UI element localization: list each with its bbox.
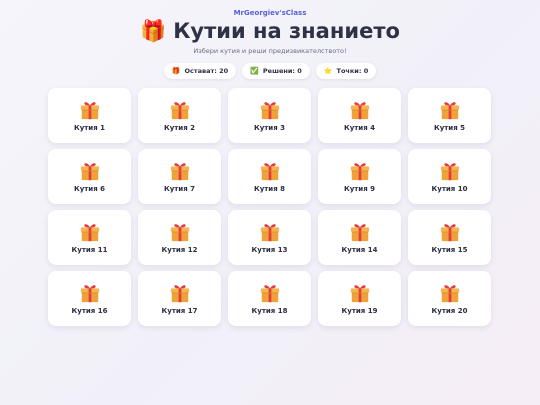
gift-icon [79,221,101,243]
gift-box-19[interactable]: Кутия 19 [318,271,401,326]
gift-box-6[interactable]: Кутия 6 [48,149,131,204]
gift-box-13[interactable]: Кутия 13 [228,210,311,265]
gift-box-15[interactable]: Кутия 15 [408,210,491,265]
gift-box-14[interactable]: Кутия 14 [318,210,401,265]
gift-box-label: Кутия 12 [161,246,198,254]
brand-label: MrGeorgiev'sClass [233,9,307,17]
stat-points-label: Точки: 0 [336,67,369,75]
gift-box-label: Кутия 15 [431,246,468,254]
gift-box-12[interactable]: Кутия 12 [138,210,221,265]
gift-icon [349,160,371,182]
gift-box-label: Кутия 4 [343,124,376,132]
gift-icon [79,99,101,121]
gift-box-label: Кутия 7 [163,185,196,193]
gift-box-label: Кутия 8 [253,185,286,193]
gift-box-label: Кутия 16 [71,307,108,315]
gift-box-7[interactable]: Кутия 7 [138,149,221,204]
gift-box-label: Кутия 5 [433,124,466,132]
gift-box-11[interactable]: Кутия 11 [48,210,131,265]
gift-box-label: Кутия 6 [73,185,106,193]
gift-icon [439,99,461,121]
gift-box-label: Кутия 13 [251,246,288,254]
gift-box-label: Кутия 11 [71,246,108,254]
gift-box-label: Кутия 9 [343,185,376,193]
gift-icon [349,282,371,304]
star-icon: ⭐ [323,67,333,75]
gift-box-18[interactable]: Кутия 18 [228,271,311,326]
gift-box-20[interactable]: Кутия 20 [408,271,491,326]
gift-box-label: Кутия 10 [431,185,468,193]
gift-box-8[interactable]: Кутия 8 [228,149,311,204]
gift-icon [169,221,191,243]
stat-points: ⭐ Точки: 0 [315,63,377,79]
gift-box-4[interactable]: Кутия 4 [318,88,401,143]
app-page: MrGeorgiev'sClass 🎁 Кутии на знанието Из… [0,0,540,405]
gift-box-2[interactable]: Кутия 2 [138,88,221,143]
gift-box-16[interactable]: Кутия 16 [48,271,131,326]
stat-solved: ✅ Решени: 0 [242,63,310,79]
gift-box-label: Кутия 1 [73,124,106,132]
gift-box-5[interactable]: Кутия 5 [408,88,491,143]
gift-box-label: Кутия 20 [431,307,468,315]
gift-icon [169,282,191,304]
gift-icon [79,160,101,182]
gift-icon [79,282,101,304]
stat-remaining-label: Остават: 20 [184,67,229,75]
gift-icon [349,221,371,243]
gift-icon [439,160,461,182]
stat-solved-label: Решени: 0 [262,67,302,75]
page-subtitle: Избери кутия и реши предизвикателството! [193,47,347,55]
gift-icon [259,99,281,121]
gift-box-17[interactable]: Кутия 17 [138,271,221,326]
gift-icon: 🎁 [140,19,167,43]
gift-icon [169,160,191,182]
gift-icon [259,221,281,243]
gift-icon: 🎁 [171,67,181,75]
gift-box-label: Кутия 18 [251,307,288,315]
gift-box-label: Кутия 3 [253,124,286,132]
gift-box-1[interactable]: Кутия 1 [48,88,131,143]
gift-box-label: Кутия 14 [341,246,378,254]
gift-box-9[interactable]: Кутия 9 [318,149,401,204]
box-grid: Кутия 1 Кутия 2 Кутия 3 Кутия 4 Кутия 5 Кутия… [48,88,491,326]
stats-bar: 🎁 Остават: 20 ✅ Решени: 0 ⭐ Точки: 0 [0,63,540,79]
gift-icon [259,282,281,304]
check-icon: ✅ [250,67,259,75]
gift-box-label: Кутия 2 [163,124,196,132]
gift-box-label: Кутия 19 [341,307,378,315]
stat-remaining: 🎁 Остават: 20 [163,63,237,79]
gift-icon [169,99,191,121]
gift-box-10[interactable]: Кутия 10 [408,149,491,204]
title-text: Кутии на знанието [173,19,400,43]
gift-icon [349,99,371,121]
page-title: 🎁 Кутии на знанието [0,18,540,44]
gift-box-label: Кутия 17 [161,307,198,315]
gift-icon [259,160,281,182]
gift-icon [439,221,461,243]
gift-box-3[interactable]: Кутия 3 [228,88,311,143]
gift-icon [439,282,461,304]
